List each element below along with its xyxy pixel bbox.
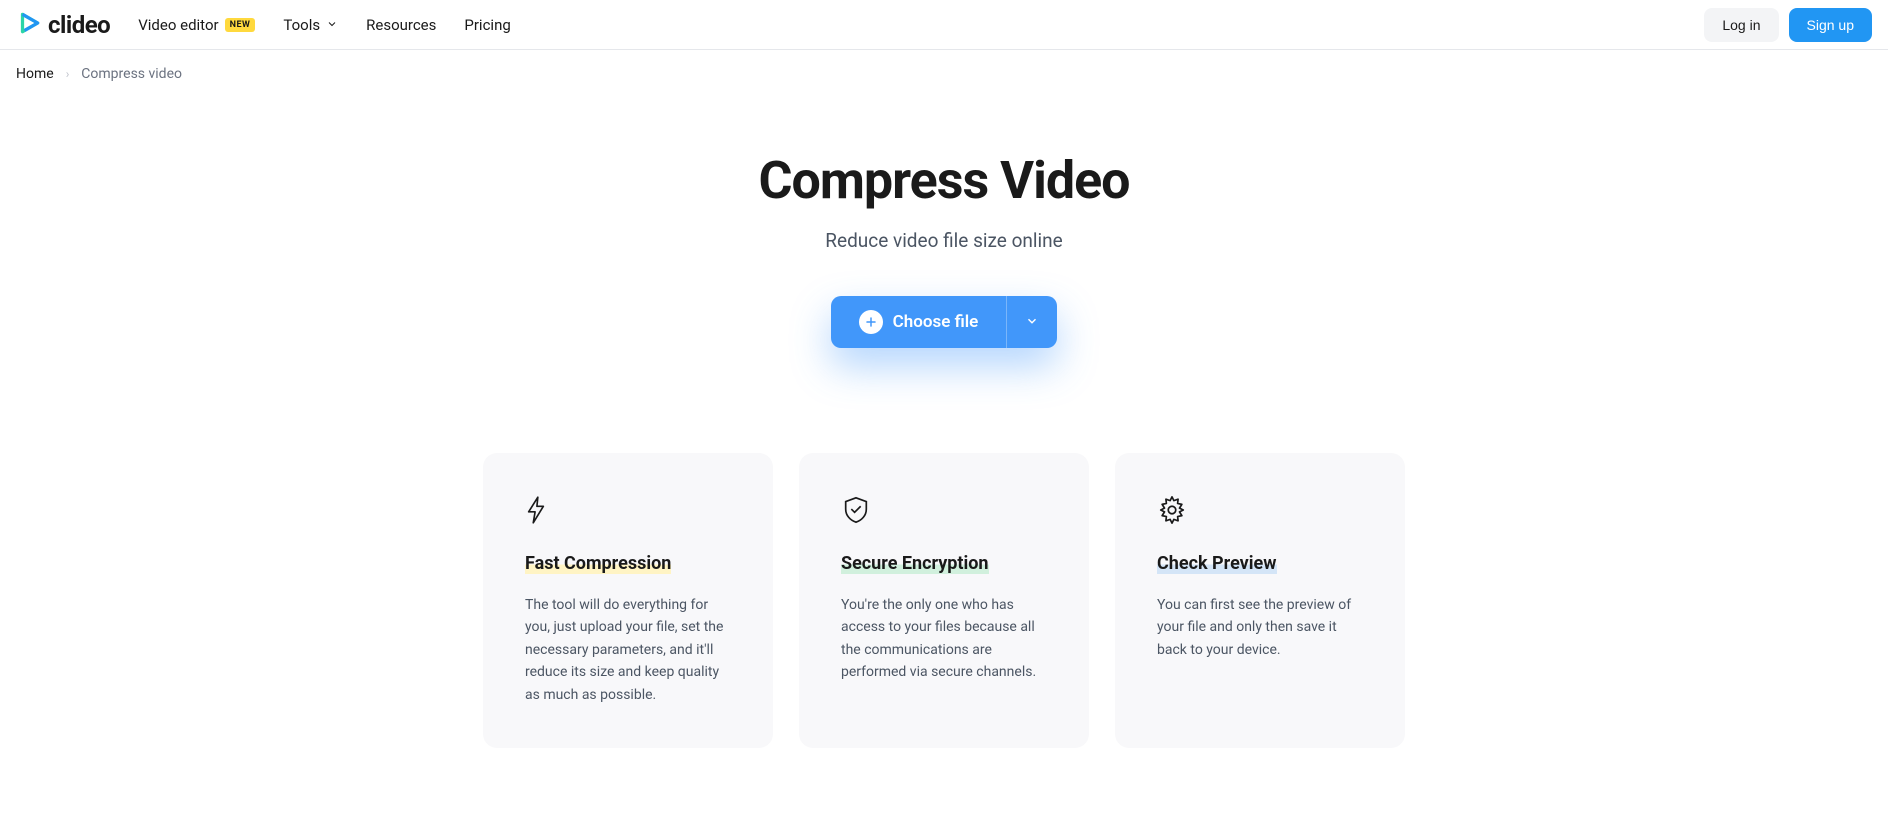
header-right: Log in Sign up (1704, 8, 1872, 42)
signup-button[interactable]: Sign up (1789, 8, 1872, 42)
play-logo-icon (16, 10, 42, 40)
login-button[interactable]: Log in (1704, 8, 1778, 42)
breadcrumb-home[interactable]: Home (16, 66, 54, 82)
page-subtitle: Reduce video file size online (20, 229, 1868, 252)
breadcrumb: Home › Compress video (0, 50, 1888, 98)
new-badge: NEW (225, 18, 256, 32)
features: Fast Compression The tool will do everyt… (0, 453, 1888, 788)
plus-circle-icon (859, 310, 883, 334)
feature-desc: You can first see the preview of your fi… (1157, 594, 1363, 661)
upload-wrapper: Choose file (20, 296, 1868, 348)
feature-card-secure: Secure Encryption You're the only one wh… (799, 453, 1089, 748)
shield-icon (841, 495, 1047, 525)
header-left: clideo Video editor NEW Tools Resources … (16, 10, 511, 40)
logo-text: clideo (48, 11, 110, 39)
page-title: Compress Video (20, 150, 1868, 211)
choose-file-dropdown[interactable] (1006, 296, 1057, 348)
nav-video-editor[interactable]: Video editor NEW (138, 16, 255, 34)
nav-tools[interactable]: Tools (283, 16, 338, 34)
logo[interactable]: clideo (16, 10, 110, 40)
choose-file-label: Choose file (893, 312, 979, 332)
gear-icon (1157, 495, 1363, 525)
main-nav: Video editor NEW Tools Resources Pricing (138, 16, 511, 34)
feature-title: Check Preview (1157, 553, 1277, 574)
nav-label: Video editor (138, 16, 218, 34)
feature-title: Secure Encryption (841, 553, 989, 574)
feature-title: Fast Compression (525, 553, 671, 574)
feature-card-fast: Fast Compression The tool will do everyt… (483, 453, 773, 748)
chevron-down-icon (1025, 313, 1039, 332)
nav-pricing[interactable]: Pricing (464, 16, 510, 34)
upload-button-group: Choose file (831, 296, 1058, 348)
nav-label: Tools (283, 16, 320, 34)
choose-file-button[interactable]: Choose file (831, 296, 1007, 348)
nav-label: Pricing (464, 16, 510, 34)
nav-resources[interactable]: Resources (366, 16, 436, 34)
chevron-right-icon: › (66, 67, 70, 81)
chevron-down-icon (326, 16, 338, 34)
breadcrumb-current: Compress video (81, 66, 182, 82)
header: clideo Video editor NEW Tools Resources … (0, 0, 1888, 50)
hero: Compress Video Reduce video file size on… (0, 98, 1888, 348)
nav-label: Resources (366, 16, 436, 34)
lightning-icon (525, 495, 731, 525)
feature-desc: The tool will do everything for you, jus… (525, 594, 731, 706)
feature-card-preview: Check Preview You can first see the prev… (1115, 453, 1405, 748)
feature-desc: You're the only one who has access to yo… (841, 594, 1047, 684)
